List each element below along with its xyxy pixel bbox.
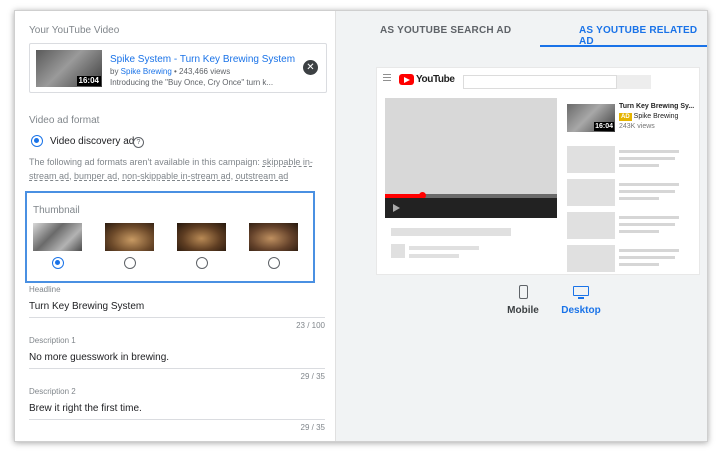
desktop-icon: [573, 286, 589, 296]
video-discovery-label: Video discovery ad: [50, 136, 135, 147]
help-icon[interactable]: ?: [133, 137, 144, 148]
video-meta: by Spike Brewing • 243,466 views: [110, 67, 231, 76]
description-2-counter: 29 / 35: [300, 423, 325, 432]
related-thumb-placeholder: [567, 179, 615, 206]
description-2-label: Description 2: [29, 387, 76, 396]
thumbnail-radio-3[interactable]: [196, 257, 208, 269]
related-thumb-placeholder: [567, 212, 615, 239]
related-line-placeholder: [619, 197, 659, 200]
related-thumb-placeholder: [567, 245, 615, 272]
your-video-label: Your YouTube Video: [29, 25, 120, 36]
thumbnail-radio-1[interactable]: [52, 257, 64, 269]
description-1-underline: [29, 368, 325, 369]
thumbnail-label: Thumbnail: [33, 205, 80, 216]
description-1-input[interactable]: No more guesswork in brewing.: [29, 352, 169, 363]
related-line-placeholder: [619, 263, 659, 266]
thumbnail-radio-4[interactable]: [268, 257, 280, 269]
related-line-placeholder: [619, 183, 679, 186]
thumbnail-option-3[interactable]: [177, 223, 226, 251]
mobile-icon: [519, 285, 528, 299]
thumbnail-option-1[interactable]: [33, 223, 82, 251]
selected-video-card[interactable]: 16:04 Spike System - Turn Key Brewing Sy…: [29, 43, 327, 93]
subscribers-placeholder: [409, 254, 459, 258]
video-title-placeholder: [391, 228, 511, 236]
channel-link[interactable]: Spike Brewing: [121, 67, 172, 76]
description-1-counter: 29 / 35: [300, 372, 325, 381]
tab-youtube-related-ad[interactable]: AS YOUTUBE RELATED AD: [579, 25, 707, 47]
description-2-input[interactable]: Brew it right the first time.: [29, 403, 142, 414]
ad-preview-panel: AS YOUTUBE SEARCH AD AS YOUTUBE RELATED …: [335, 11, 707, 441]
related-line-placeholder: [619, 230, 659, 233]
video-title-link[interactable]: Spike System - Turn Key Brewing System: [110, 54, 295, 65]
related-ad-views: 243K views: [619, 123, 655, 130]
unavailable-formats-note: The following ad formats aren't availabl…: [29, 157, 313, 181]
search-button-placeholder: [617, 75, 651, 89]
related-line-placeholder: [619, 157, 675, 160]
active-tab-indicator: [540, 45, 707, 47]
na-format: bumper ad: [74, 171, 118, 181]
tab-youtube-search-ad[interactable]: AS YOUTUBE SEARCH AD: [380, 25, 511, 36]
related-line-placeholder: [619, 190, 675, 193]
ad-form-panel: Your YouTube Video 16:04 Spike System - …: [15, 11, 335, 441]
headline-input[interactable]: Turn Key Brewing System: [29, 301, 144, 312]
related-line-placeholder: [619, 223, 675, 226]
description-1-label: Description 1: [29, 336, 76, 345]
video-duration: 16:04: [76, 76, 101, 86]
youtube-logo-icon: [399, 74, 414, 85]
na-format: non-skippable in-stream ad: [122, 171, 231, 181]
thumbnail-radio-2[interactable]: [124, 257, 136, 269]
player-controls-bar: [385, 198, 557, 218]
related-line-placeholder: [619, 164, 659, 167]
channel-avatar-placeholder: [391, 244, 405, 258]
play-icon: [393, 204, 400, 212]
video-thumbnail: 16:04: [36, 50, 102, 87]
headline-label: Headline: [29, 285, 61, 294]
ad-format-label: Video ad format: [29, 115, 100, 126]
thumbnail-option-2[interactable]: [105, 223, 154, 251]
desktop-icon-stand: [578, 297, 584, 299]
related-line-placeholder: [619, 249, 679, 252]
related-ad-duration: 16:04: [594, 122, 614, 131]
related-ad-title[interactable]: Turn Key Brewing Sy...: [619, 103, 695, 110]
related-thumb-placeholder: [567, 146, 615, 173]
mobile-label: Mobile: [507, 305, 539, 316]
related-ad-channel: AD Spike Brewing: [619, 113, 679, 121]
headline-counter: 23 / 100: [296, 321, 325, 330]
thumbnail-option-4[interactable]: [249, 223, 298, 251]
channel-name-placeholder: [409, 246, 479, 250]
related-line-placeholder: [619, 150, 679, 153]
headline-underline: [29, 317, 325, 318]
search-bar-placeholder: [463, 75, 617, 89]
related-ad-preview: YouTube 16:04 Turn Key Brewing Sy... AD S…: [376, 67, 700, 275]
close-icon[interactable]: ✕: [303, 60, 318, 75]
video-description: Introducing the "Buy Once, Cry Once" tur…: [110, 78, 274, 87]
related-line-placeholder: [619, 216, 679, 219]
menu-icon: [383, 74, 391, 75]
youtube-wordmark: YouTube: [416, 74, 455, 85]
related-ad-thumbnail[interactable]: 16:04: [567, 104, 615, 132]
video-discovery-radio[interactable]: [31, 135, 43, 147]
video-player-placeholder: [385, 98, 557, 194]
ad-editor-window: Your YouTube Video 16:04 Spike System - …: [14, 10, 708, 442]
thumbnail-picker: Thumbnail: [25, 191, 315, 283]
description-2-underline: [29, 419, 325, 420]
ad-badge: AD: [619, 113, 632, 121]
desktop-label: Desktop: [561, 305, 601, 316]
na-format: outstream ad: [235, 171, 289, 181]
related-line-placeholder: [619, 256, 675, 259]
